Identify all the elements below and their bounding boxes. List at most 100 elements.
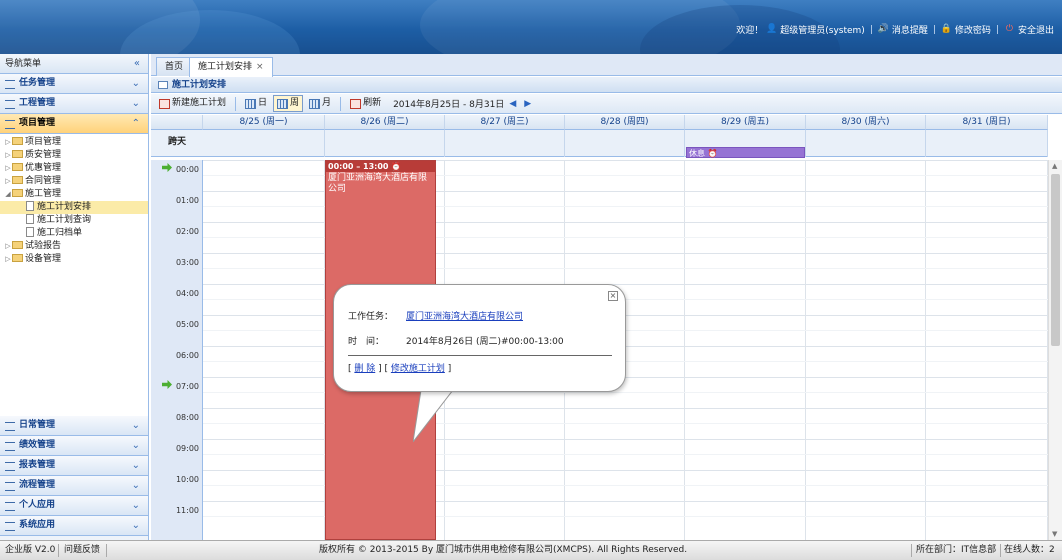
all-day-event-rest[interactable]: 休息 ⏰ [686, 147, 805, 158]
scroll-up-icon[interactable]: ▲ [1052, 162, 1057, 170]
folder-icon [12, 176, 23, 184]
document-icon [26, 214, 34, 224]
accordion-daily-management[interactable]: 日常管理 ⌄ [0, 416, 148, 436]
expand-arrow-icon[interactable]: ▷ [4, 175, 12, 188]
tab-label: 首页 [165, 62, 184, 72]
expand-arrow-icon[interactable]: ▷ [4, 162, 12, 175]
close-icon[interactable]: × [256, 62, 264, 72]
hour-label: 06:00 [175, 351, 199, 360]
day-header[interactable]: 8/29 (周五) [685, 115, 806, 130]
accordion-personal-apps[interactable]: 个人应用 ⌄ [0, 496, 148, 516]
all-day-cell[interactable] [806, 130, 926, 157]
accordion-label: 个人应用 [19, 500, 56, 510]
accordion-performance-management[interactable]: 绩效管理 ⌄ [0, 436, 148, 456]
accordion-task-management[interactable]: 任务管理 ⌄ [0, 74, 148, 94]
popup-pointer [413, 390, 454, 442]
hour-label: 08:00 [175, 413, 199, 422]
tree-item[interactable]: 施工计划查询 [0, 214, 148, 227]
all-day-cell[interactable] [203, 130, 325, 157]
scroll-down-icon[interactable]: ▼ [1052, 530, 1057, 538]
all-day-cell[interactable] [445, 130, 565, 157]
accordion-system-apps[interactable]: 系统应用 ⌄ [0, 516, 148, 536]
hour-label: 03:00 [175, 258, 199, 267]
tree-item[interactable]: 施工计划安排 [0, 201, 148, 214]
calendar-scrollbar[interactable]: ▲ ▼ [1048, 160, 1062, 540]
tab-bar: 首页 施工计划安排 × [151, 54, 1062, 77]
month-view-button[interactable]: 月 [305, 95, 335, 112]
expand-arrow-icon[interactable]: ▷ [4, 253, 12, 266]
tree-item-label: 施工管理 [25, 189, 62, 199]
accordion-project-management[interactable]: 项目管理 ⌃ [0, 114, 148, 134]
all-day-cell[interactable] [565, 130, 685, 157]
expand-arrow-icon[interactable]: ▷ [4, 240, 12, 253]
tree-item[interactable]: ▷ 设备管理 [0, 253, 148, 266]
feedback-link[interactable]: 问题反馈 [64, 541, 100, 560]
collapse-arrow-icon[interactable]: ◢ [4, 188, 12, 201]
collapse-sidebar-icon[interactable]: « [134, 54, 140, 74]
accordion-label: 项目管理 [19, 118, 56, 128]
delete-link[interactable]: 删 除 [354, 364, 375, 374]
tree-item[interactable]: ▷ 试验报告 [0, 240, 148, 253]
sidebar-title: 导航菜单 « [0, 54, 148, 74]
chevron-down-icon: ⌄ [131, 500, 140, 511]
tree-item[interactable]: ▷ 项目管理 [0, 136, 148, 149]
tab-home[interactable]: 首页 [156, 57, 193, 76]
tree-item[interactable]: ▷ 优惠管理 [0, 162, 148, 175]
refresh-button[interactable]: 刷新 [346, 95, 385, 112]
hour-label: 04:00 [175, 289, 199, 298]
tree-item-label: 项目管理 [25, 137, 62, 147]
day-header[interactable]: 8/27 (周三) [445, 115, 565, 130]
tree-item-label: 试验报告 [25, 241, 62, 251]
hour-label: 05:00 [175, 320, 199, 329]
speaker-icon: 🔊 [877, 24, 890, 34]
previous-week-icon[interactable]: ◀ [509, 99, 516, 109]
tree-item[interactable]: ◢ 施工管理 [0, 188, 148, 201]
user-icon: 👤 [766, 24, 778, 34]
message-reminder-link[interactable]: 消息提醒 [892, 23, 928, 36]
change-password-link[interactable]: 修改密码 [955, 23, 991, 36]
tree-item[interactable]: ▷ 合同管理 [0, 175, 148, 188]
alarm-icon: ⏰ [391, 162, 402, 171]
event-label: 休息 [689, 149, 705, 158]
hour-label: 09:00 [175, 444, 199, 453]
tree-item[interactable]: 施工归档单 [0, 227, 148, 240]
day-header[interactable]: 8/26 (周二) [325, 115, 445, 130]
edit-plan-link[interactable]: 修改施工计划 [391, 364, 445, 374]
user-name[interactable]: 超级管理员(system) [780, 23, 865, 36]
all-day-cell[interactable] [325, 130, 445, 157]
chevron-down-icon: ⌄ [131, 420, 140, 431]
accordion-workflow-management[interactable]: 流程管理 ⌄ [0, 476, 148, 496]
expand-arrow-icon[interactable]: ▷ [4, 149, 12, 162]
day-header-corner [151, 115, 203, 130]
folder-icon [12, 150, 23, 158]
accordion-report-management[interactable]: 报表管理 ⌄ [0, 456, 148, 476]
day-header[interactable]: 8/28 (周四) [565, 115, 685, 130]
day-header[interactable]: 8/30 (周六) [806, 115, 926, 130]
welcome-text: 欢迎！ [736, 26, 764, 36]
chevron-up-icon: ⌃ [131, 118, 140, 129]
task-link[interactable]: 厦门亚洲海湾大酒店有限公司 [406, 312, 523, 322]
scrollbar-thumb[interactable] [1051, 174, 1060, 346]
expand-arrow-icon[interactable]: ▷ [4, 136, 12, 149]
day-column-divider [684, 160, 685, 540]
all-day-cell[interactable] [926, 130, 1048, 157]
calendar-month-icon [309, 98, 321, 109]
week-view-button[interactable]: 周 [273, 95, 304, 112]
tree-item-label: 设备管理 [25, 254, 62, 264]
refresh-icon [350, 98, 362, 109]
close-icon[interactable]: × [608, 291, 618, 301]
document-icon [26, 227, 34, 237]
next-week-icon[interactable]: ▶ [524, 99, 531, 109]
accordion-engineering-management[interactable]: 工程管理 ⌄ [0, 94, 148, 114]
tree-item[interactable]: ▷ 质安管理 [0, 149, 148, 162]
window-icon [158, 81, 168, 89]
chevron-down-icon: ⌄ [131, 460, 140, 471]
day-header[interactable]: 8/25 (周一) [203, 115, 325, 130]
day-view-button[interactable]: 日 [241, 95, 271, 112]
day-header[interactable]: 8/31 (周日) [926, 115, 1048, 130]
tab-construction-schedule[interactable]: 施工计划安排 × [189, 57, 273, 77]
new-plan-button[interactable]: 新建施工计划 [155, 95, 230, 112]
logout-link[interactable]: 安全退出 [1018, 23, 1054, 36]
app-header: 欢迎！ 👤 超级管理员(system) | 🔊 消息提醒 | 🔒 修改密码 | … [0, 0, 1062, 54]
hour-label: 00:00 [175, 165, 199, 174]
